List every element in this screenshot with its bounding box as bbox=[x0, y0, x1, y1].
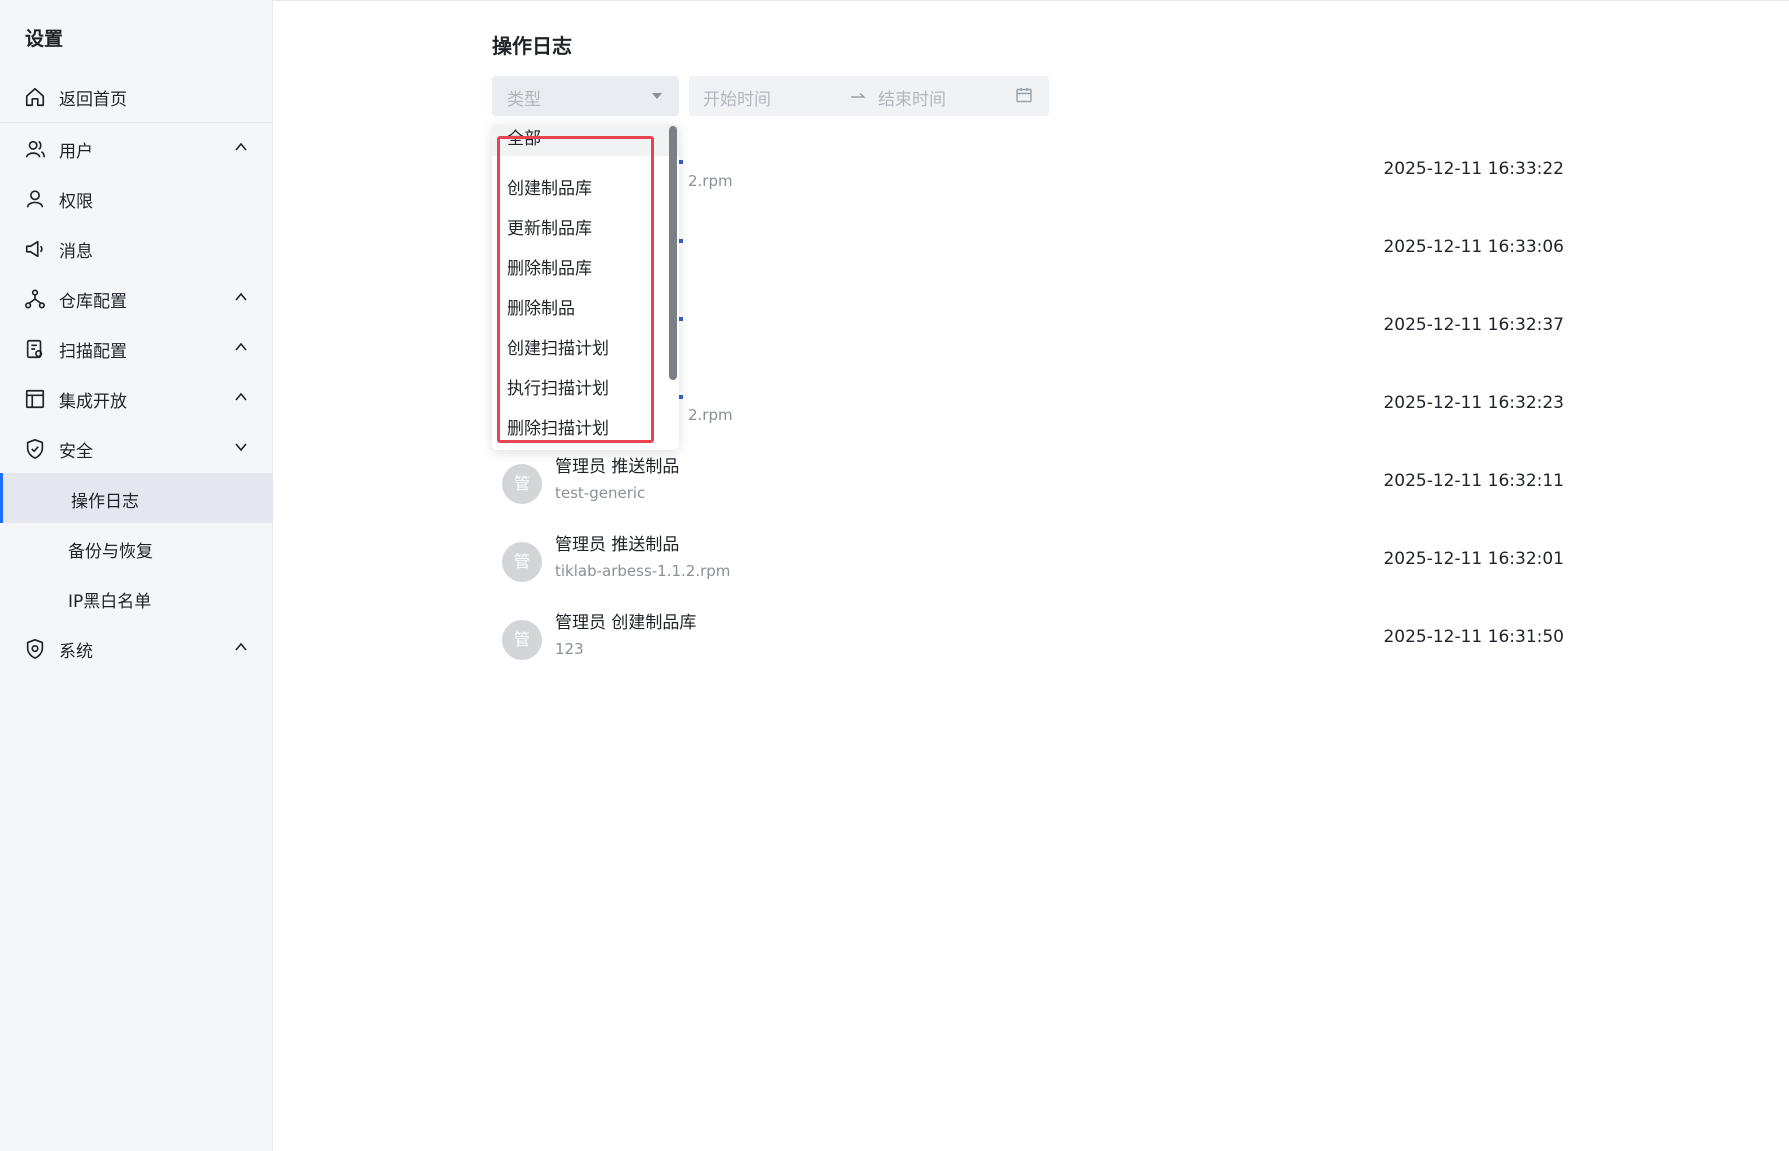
nodes-icon bbox=[25, 289, 45, 309]
log-target: 2.rpm bbox=[688, 172, 733, 190]
log-action: 管理员 推送制品 bbox=[555, 457, 680, 477]
log-time: 2025-12-11 16:33:22 bbox=[1383, 159, 1564, 179]
dropdown-option-update-repo[interactable]: 更新制品库 bbox=[492, 206, 679, 246]
log-row: 管 管理员 推送制品 tiklab-arbess-1.1.2.rpm 2025-… bbox=[492, 525, 1564, 603]
type-select-placeholder: 类型 bbox=[507, 90, 541, 110]
sidebar-item-label: 权限 bbox=[59, 192, 93, 212]
arrow-right-icon bbox=[851, 92, 866, 98]
sidebar-item-label: 备份与恢复 bbox=[68, 542, 153, 562]
sidebar-subitem-operation-log[interactable]: 操作日志 bbox=[0, 473, 273, 523]
log-time: 2025-12-11 16:32:01 bbox=[1383, 549, 1564, 569]
calendar-icon bbox=[1016, 88, 1032, 103]
top-border bbox=[273, 0, 1789, 1]
partial-text-edge bbox=[679, 395, 683, 399]
sidebar-item-label: 仓库配置 bbox=[59, 292, 127, 312]
log-time: 2025-12-11 16:32:37 bbox=[1383, 315, 1564, 335]
sidebar-item-label: 安全 bbox=[59, 442, 93, 462]
log-action: 管理员 创建制品库 bbox=[555, 613, 697, 633]
sidebar-item-messages[interactable]: 消息 bbox=[0, 223, 273, 273]
sidebar-item-label: IP黑白名单 bbox=[68, 592, 152, 612]
user-group-icon bbox=[25, 140, 45, 158]
partial-text-edge bbox=[679, 160, 683, 164]
sidebar-subitem-ip-list[interactable]: IP黑白名单 bbox=[0, 573, 273, 623]
sidebar-item-security[interactable]: 安全 bbox=[0, 423, 273, 473]
log-time: 2025-12-11 16:32:11 bbox=[1383, 471, 1564, 491]
sidebar-item-home[interactable]: 返回首页 bbox=[0, 71, 273, 121]
date-range-picker[interactable]: 开始时间 结束时间 bbox=[689, 76, 1049, 116]
chevron-up-icon bbox=[235, 142, 247, 151]
partial-text-edge bbox=[679, 317, 683, 321]
log-action: 管理员 推送制品 bbox=[555, 535, 680, 555]
layout-icon bbox=[25, 389, 45, 409]
sidebar-item-label: 集成开放 bbox=[59, 392, 127, 412]
sidebar-item-integration[interactable]: 集成开放 bbox=[0, 373, 273, 423]
start-time-input[interactable]: 开始时间 bbox=[703, 85, 771, 110]
shield-gear-icon bbox=[26, 639, 44, 659]
log-time: 2025-12-11 16:31:50 bbox=[1383, 627, 1564, 647]
sidebar-item-label: 扫描配置 bbox=[59, 342, 127, 362]
sidebar-item-users[interactable]: 用户 bbox=[0, 123, 273, 173]
shield-check-icon bbox=[26, 439, 44, 459]
app-window: 设置 返回首页 用户 权限 消息 仓库配置 扫描配置 集成开放 安全 操作日志 … bbox=[0, 0, 1789, 1151]
log-target: 2.rpm bbox=[688, 406, 733, 424]
type-dropdown-menu: 全部 创建制品库 更新制品库 删除制品库 删除制品 创建扫描计划 执行扫描计划 … bbox=[492, 124, 679, 450]
chevron-up-icon bbox=[235, 642, 247, 651]
avatar: 管 bbox=[502, 620, 542, 660]
chevron-up-icon bbox=[235, 342, 247, 351]
log-time: 2025-12-11 16:33:06 bbox=[1383, 237, 1564, 257]
sidebar-subitem-backup-restore[interactable]: 备份与恢复 bbox=[0, 523, 273, 573]
chevron-up-icon bbox=[235, 392, 247, 401]
type-select[interactable]: 类型 bbox=[492, 76, 679, 116]
end-time-input[interactable]: 结束时间 bbox=[878, 85, 946, 110]
partial-text-edge bbox=[679, 239, 683, 243]
dropdown-option-create-repo[interactable]: 创建制品库 bbox=[492, 166, 679, 206]
dropdown-option-delete-artifact[interactable]: 删除制品 bbox=[492, 286, 679, 326]
megaphone-icon bbox=[25, 240, 43, 258]
sidebar-title: 设置 bbox=[25, 28, 64, 50]
dropdown-option-delete-repo[interactable]: 删除制品库 bbox=[492, 246, 679, 286]
chevron-down-icon bbox=[235, 443, 247, 452]
sidebar-item-label: 消息 bbox=[59, 242, 93, 262]
sidebar-item-label: 系统 bbox=[59, 642, 93, 662]
dropdown-option-run-scan-plan[interactable]: 执行扫描计划 bbox=[492, 366, 679, 406]
scan-doc-icon bbox=[26, 339, 43, 359]
log-time: 2025-12-11 16:32:23 bbox=[1383, 393, 1564, 413]
user-icon bbox=[26, 190, 44, 208]
log-target: test-generic bbox=[555, 484, 646, 502]
active-indicator bbox=[0, 473, 3, 523]
dropdown-option-delete-scan-plan[interactable]: 删除扫描计划 bbox=[492, 406, 679, 446]
sidebar: 设置 返回首页 用户 权限 消息 仓库配置 扫描配置 集成开放 安全 操作日志 … bbox=[0, 0, 273, 1151]
sidebar-item-label: 用户 bbox=[59, 142, 93, 162]
avatar: 管 bbox=[502, 542, 542, 582]
dropdown-scrollbar[interactable] bbox=[669, 126, 677, 380]
page-title: 操作日志 bbox=[492, 34, 572, 58]
log-row: 管 管理员 创建制品库 123 2025-12-11 16:31:50 bbox=[492, 603, 1564, 681]
chevron-up-icon bbox=[235, 292, 247, 301]
log-target: 123 bbox=[555, 640, 584, 658]
caret-down-icon bbox=[652, 93, 662, 99]
sidebar-item-system[interactable]: 系统 bbox=[0, 623, 273, 673]
log-target: tiklab-arbess-1.1.2.rpm bbox=[555, 562, 731, 580]
sidebar-item-label: 返回首页 bbox=[59, 90, 127, 110]
avatar: 管 bbox=[502, 464, 542, 504]
sidebar-item-label: 操作日志 bbox=[71, 492, 139, 512]
dropdown-option-all[interactable]: 全部 bbox=[492, 124, 679, 156]
sidebar-item-scan-config[interactable]: 扫描配置 bbox=[0, 323, 273, 373]
sidebar-item-permissions[interactable]: 权限 bbox=[0, 173, 273, 223]
log-row: 管 管理员 推送制品 test-generic 2025-12-11 16:32… bbox=[492, 447, 1564, 525]
dropdown-option-create-scan-plan[interactable]: 创建扫描计划 bbox=[492, 326, 679, 366]
sidebar-item-repo-config[interactable]: 仓库配置 bbox=[0, 273, 273, 323]
home-icon bbox=[25, 87, 45, 107]
